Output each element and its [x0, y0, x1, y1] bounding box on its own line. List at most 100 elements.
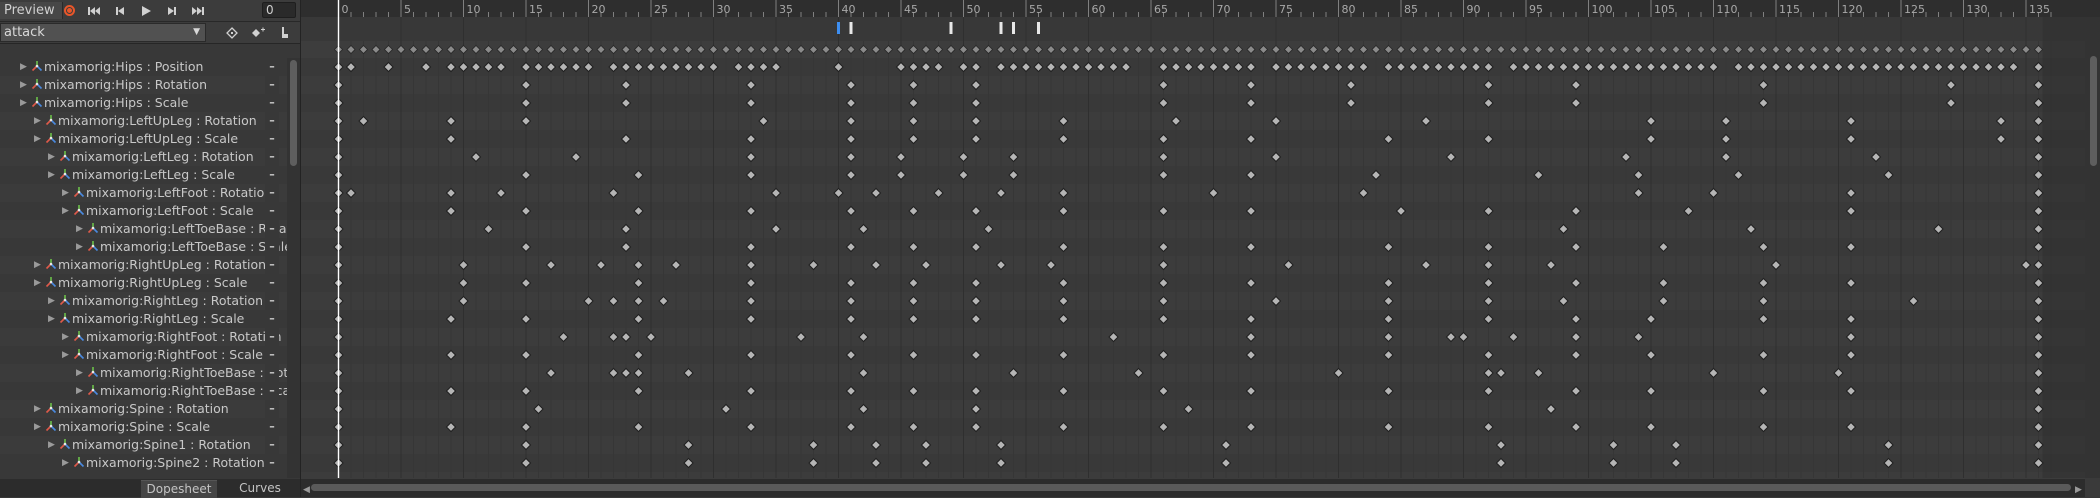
timeline-canvas[interactable]: 0 5 10 15 20 25 30 35 40 45 50 55 60 65 70 75 80 85 90 95 10…: [301, 0, 2100, 497]
property-options-icon[interactable]: –: [265, 256, 279, 274]
property-options-icon[interactable]: –: [265, 76, 279, 94]
scroll-left-icon[interactable]: ◀: [303, 485, 310, 495]
expand-arrow-icon[interactable]: ▶: [20, 94, 27, 112]
expand-arrow-icon[interactable]: ▶: [20, 76, 27, 94]
property-row[interactable]: ▶ mixamorig:RightToeBase : Scale –: [0, 382, 287, 400]
property-options-icon[interactable]: –: [265, 310, 279, 328]
add-keyframe-button[interactable]: [220, 23, 246, 42]
property-options-icon[interactable]: –: [265, 202, 279, 220]
property-row[interactable]: ▶ mixamorig:LeftLeg : Scale –: [0, 166, 287, 184]
first-keyframe-button[interactable]: [82, 2, 106, 19]
play-button[interactable]: [134, 2, 158, 19]
filter-button[interactable]: [272, 23, 298, 42]
scroll-right-icon[interactable]: ▶: [2075, 485, 2082, 495]
property-options-icon[interactable]: –: [265, 454, 279, 472]
property-options-icon[interactable]: –: [265, 148, 279, 166]
previous-keyframe-button[interactable]: [108, 2, 132, 19]
property-row[interactable]: ▶ mixamorig:Spine : Scale –: [0, 418, 287, 436]
next-keyframe-button[interactable]: [160, 2, 184, 19]
property-options-icon[interactable]: –: [265, 166, 279, 184]
property-options-icon[interactable]: –: [265, 382, 279, 400]
property-row[interactable]: ▶ mixamorig:RightLeg : Rotation –: [0, 292, 287, 310]
property-row[interactable]: ▶ mixamorig:LeftUpLeg : Scale –: [0, 130, 287, 148]
animation-event-marker[interactable]: [1037, 22, 1040, 34]
expand-arrow-icon[interactable]: ▶: [34, 130, 41, 148]
expand-arrow-icon[interactable]: ▶: [48, 436, 55, 454]
property-row[interactable]: ▶ mixamorig:RightUpLeg : Rotation –: [0, 256, 287, 274]
animation-event-marker[interactable]: [1012, 22, 1015, 34]
property-row[interactable]: ▶ mixamorig:Hips : Position –: [0, 58, 287, 76]
animation-event-marker[interactable]: [849, 22, 853, 34]
expand-arrow-icon[interactable]: ▶: [34, 256, 41, 274]
property-row[interactable]: ▶ mixamorig:RightFoot : Rotation –: [0, 328, 287, 346]
property-row[interactable]: ▶ mixamorig:Spine2 : Rotation –: [0, 454, 287, 472]
expand-arrow-icon[interactable]: ▶: [76, 382, 83, 400]
property-options-icon[interactable]: –: [265, 364, 279, 382]
expand-arrow-icon[interactable]: ▶: [34, 274, 41, 292]
add-event-button[interactable]: [245, 23, 271, 42]
property-options-icon[interactable]: –: [265, 292, 279, 310]
record-button[interactable]: [58, 2, 80, 19]
property-options-icon[interactable]: –: [265, 436, 279, 454]
property-row[interactable]: ▶ mixamorig:Spine : Rotation –: [0, 400, 287, 418]
clip-dropdown[interactable]: attack ▼: [0, 23, 206, 42]
expand-arrow-icon[interactable]: ▶: [62, 184, 69, 202]
tab-curves[interactable]: Curves: [222, 480, 298, 497]
property-row[interactable]: ▶ mixamorig:LeftToeBase : Rotation–: [0, 220, 287, 238]
expand-arrow-icon[interactable]: ▶: [34, 418, 41, 436]
expand-arrow-icon[interactable]: ▶: [20, 58, 27, 76]
animation-event-marker[interactable]: [949, 22, 953, 34]
expand-arrow-icon[interactable]: ▶: [76, 220, 83, 238]
property-options-icon[interactable]: –: [265, 130, 279, 148]
ruler-label: 30: [717, 3, 731, 16]
property-options-icon[interactable]: –: [265, 418, 279, 436]
property-options-icon[interactable]: –: [265, 238, 279, 256]
animation-event-marker[interactable]: [837, 22, 840, 34]
event-lane[interactable]: [301, 17, 2100, 41]
expand-arrow-icon[interactable]: ▶: [48, 148, 55, 166]
tab-dopesheet[interactable]: Dopesheet: [141, 480, 217, 498]
property-row[interactable]: ▶ mixamorig:LeftFoot : Rotation –: [0, 184, 287, 202]
property-row[interactable]: ▶ mixamorig:RightToeBase : Rotation–: [0, 364, 287, 382]
expand-arrow-icon[interactable]: ▶: [34, 112, 41, 130]
expand-arrow-icon[interactable]: ▶: [48, 310, 55, 328]
property-options-icon[interactable]: –: [265, 220, 279, 238]
property-options-icon[interactable]: –: [265, 112, 279, 130]
last-keyframe-button[interactable]: [186, 2, 210, 19]
property-options-icon[interactable]: –: [265, 400, 279, 418]
property-row[interactable]: ▶ mixamorig:RightFoot : Scale –: [0, 346, 287, 364]
expand-arrow-icon[interactable]: ▶: [76, 238, 83, 256]
preview-button[interactable]: Preview: [0, 2, 63, 19]
timeline-horizontal-scrollbar-thumb[interactable]: [311, 484, 2071, 491]
property-row[interactable]: ▶ mixamorig:Spine1 : Rotation –: [0, 436, 287, 454]
property-row[interactable]: ▶ mixamorig:RightUpLeg : Scale –: [0, 274, 287, 292]
property-row[interactable]: ▶ mixamorig:LeftFoot : Scale –: [0, 202, 287, 220]
expand-arrow-icon[interactable]: ▶: [62, 454, 69, 472]
ruler-label: 35: [779, 3, 793, 16]
property-options-icon[interactable]: –: [265, 58, 279, 76]
timeline-vertical-scrollbar-thumb[interactable]: [2090, 56, 2097, 166]
expand-arrow-icon[interactable]: ▶: [62, 346, 69, 364]
property-row[interactable]: ▶ mixamorig:LeftUpLeg : Rotation –: [0, 112, 287, 130]
property-row[interactable]: ▶ mixamorig:LeftToeBase : Scale –: [0, 238, 287, 256]
property-row[interactable]: ▶ mixamorig:Hips : Rotation –: [0, 76, 287, 94]
expand-arrow-icon[interactable]: ▶: [48, 166, 55, 184]
scrollbar-thumb[interactable]: [290, 60, 297, 166]
property-row[interactable]: ▶ mixamorig:LeftLeg : Rotation –: [0, 148, 287, 166]
expand-arrow-icon[interactable]: ▶: [76, 364, 83, 382]
expand-arrow-icon[interactable]: ▶: [34, 400, 41, 418]
expand-arrow-icon[interactable]: ▶: [62, 328, 69, 346]
property-row[interactable]: ▶ mixamorig:RightLeg : Scale –: [0, 310, 287, 328]
property-options-icon[interactable]: –: [265, 328, 279, 346]
expand-arrow-icon[interactable]: ▶: [48, 292, 55, 310]
property-options-icon[interactable]: –: [265, 346, 279, 364]
property-options-icon[interactable]: –: [265, 94, 279, 112]
property-options-icon[interactable]: –: [265, 274, 279, 292]
property-row[interactable]: ▶ mixamorig:Hips : Scale –: [0, 94, 287, 112]
property-options-icon[interactable]: –: [265, 184, 279, 202]
expand-arrow-icon[interactable]: ▶: [62, 202, 69, 220]
frame-field[interactable]: 0: [262, 2, 296, 18]
animation-event-marker[interactable]: [999, 22, 1003, 34]
dopesheet-timeline[interactable]: 0 5 10 15 20 25 30 35 40 45 50 55 60 65 70 75 80 85 90 95 10…: [301, 0, 2100, 497]
hierarchy-scrollbar[interactable]: [287, 58, 300, 478]
